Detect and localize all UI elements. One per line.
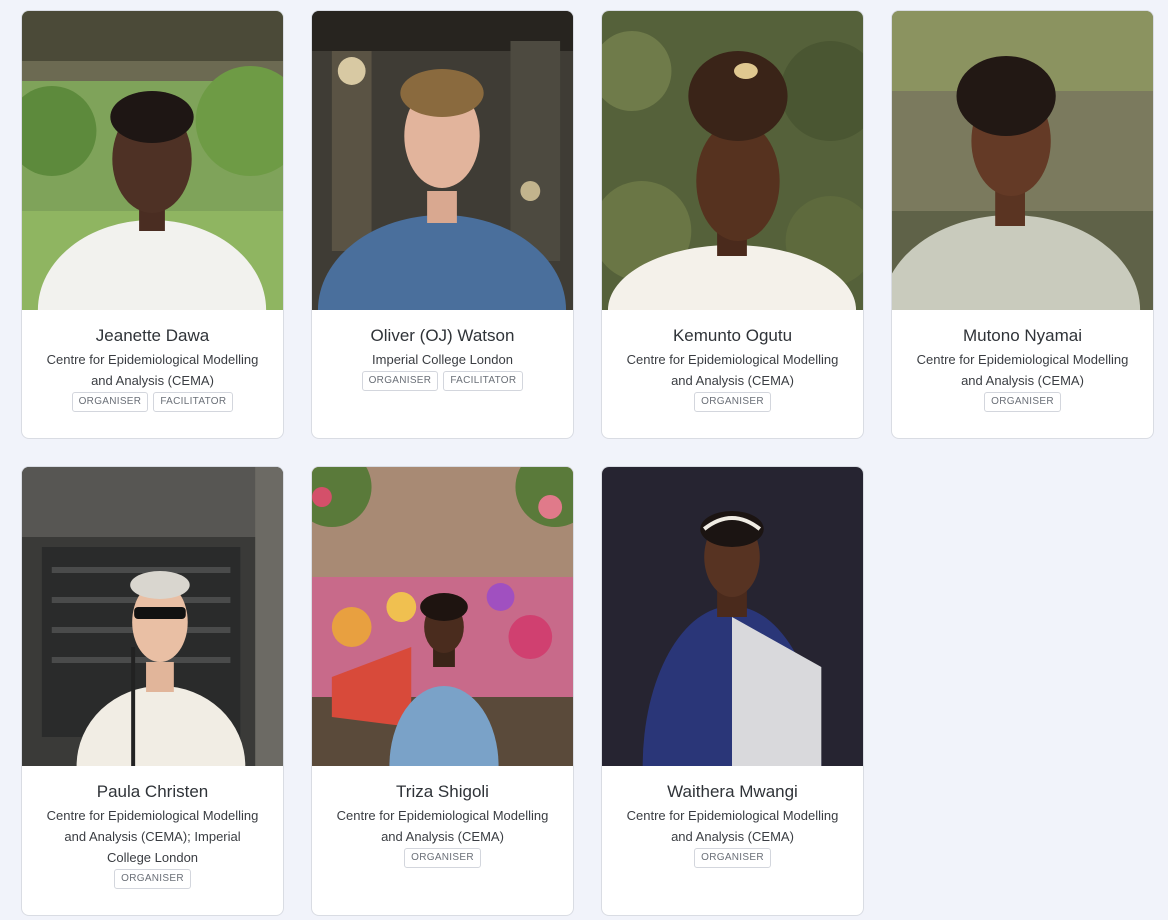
person-photo — [22, 467, 283, 766]
person-name: Triza Shigoli — [396, 782, 489, 801]
person-affiliation: Centre for Epidemiological Modelling and… — [46, 808, 259, 865]
person-affiliation: Centre for Epidemiological Modelling and… — [626, 352, 839, 388]
role-tag-organiser: ORGANISER — [114, 869, 191, 889]
people-grid: Jeanette Dawa Centre for Epidemiological… — [0, 0, 1168, 920]
person-card[interactable]: Oliver (OJ) Watson Imperial College Lond… — [311, 10, 574, 439]
role-tag-organiser: ORGANISER — [984, 392, 1061, 412]
person-photo — [602, 11, 863, 310]
person-name: Jeanette Dawa — [95, 326, 210, 345]
person-affiliation: Centre for Epidemiological Modelling and… — [336, 808, 549, 844]
role-tag-organiser: ORGANISER — [694, 392, 771, 412]
person-name: Oliver (OJ) Watson — [370, 326, 515, 345]
role-tags: ORGANISER — [324, 848, 561, 868]
person-card[interactable]: Waithera Mwangi Centre for Epidemiologic… — [601, 466, 864, 916]
person-affiliation: Centre for Epidemiological Modelling and… — [46, 352, 259, 388]
person-card[interactable]: Kemunto Ogutu Centre for Epidemiological… — [601, 10, 864, 439]
person-name: Paula Christen — [96, 782, 209, 801]
role-tags: ORGANISER FACILITATOR — [34, 392, 271, 412]
person-photo — [22, 11, 283, 310]
role-tag-organiser: ORGANISER — [694, 848, 771, 868]
person-card[interactable]: Jeanette Dawa Centre for Epidemiological… — [21, 10, 284, 439]
role-tags: ORGANISER — [614, 392, 851, 412]
person-photo — [312, 11, 573, 310]
person-card[interactable]: Mutono Nyamai Centre for Epidemiological… — [891, 10, 1154, 439]
person-affiliation: Centre for Epidemiological Modelling and… — [626, 808, 839, 844]
person-name: Mutono Nyamai — [962, 326, 1083, 345]
person-name: Kemunto Ogutu — [672, 326, 793, 345]
role-tag-organiser: ORGANISER — [361, 371, 439, 391]
role-tag-organiser: ORGANISER — [71, 392, 149, 412]
person-photo — [312, 467, 573, 766]
person-photo — [602, 467, 863, 766]
person-photo — [892, 11, 1153, 310]
person-affiliation: Centre for Epidemiological Modelling and… — [916, 352, 1129, 388]
person-card[interactable]: Paula Christen Centre for Epidemiologica… — [21, 466, 284, 916]
role-tags: ORGANISER FACILITATOR — [324, 371, 561, 391]
role-tags: ORGANISER — [34, 869, 271, 889]
person-affiliation: Imperial College London — [372, 352, 513, 367]
role-tag-organiser: ORGANISER — [404, 848, 481, 868]
role-tags: ORGANISER — [904, 392, 1141, 412]
role-tags: ORGANISER — [614, 848, 851, 868]
person-name: Waithera Mwangi — [667, 782, 798, 801]
role-tag-facilitator: FACILITATOR — [153, 392, 234, 412]
role-tag-facilitator: FACILITATOR — [443, 371, 524, 391]
person-card[interactable]: Triza Shigoli Centre for Epidemiological… — [311, 466, 574, 916]
